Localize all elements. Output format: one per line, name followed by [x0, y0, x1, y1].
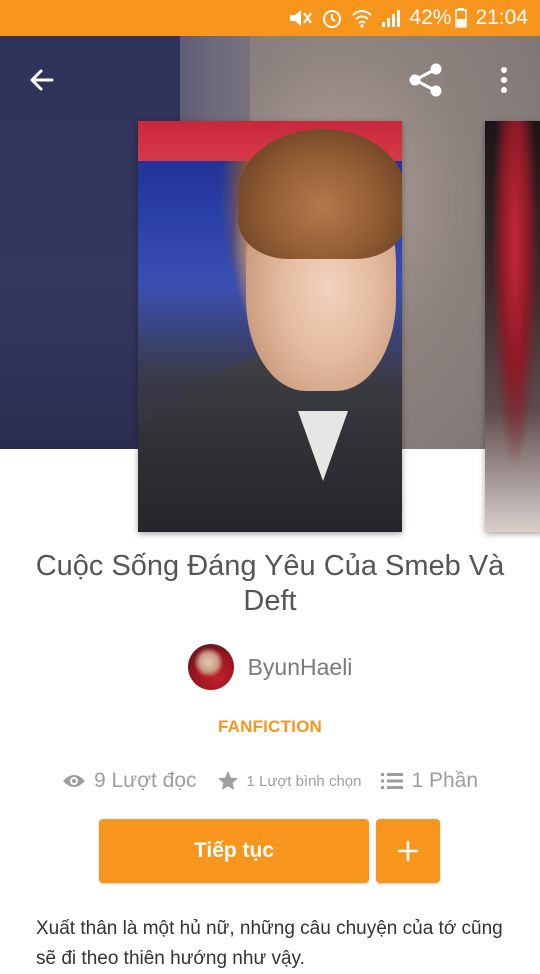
author-row[interactable]: ByunHaeli: [0, 644, 540, 690]
story-cover[interactable]: [138, 121, 402, 532]
story-stats: 9 Lượt đọc 1 Lượt bình chọn 1 Phần: [0, 765, 540, 797]
eye-icon: [62, 775, 85, 787]
plus-icon: [397, 840, 419, 862]
votes-stat: 1 Lượt bình chọn: [217, 770, 362, 792]
battery-percent: 42%: [409, 6, 452, 29]
alarm-icon: [323, 10, 342, 28]
more-vert-icon: [501, 67, 507, 93]
status-icons: [287, 7, 401, 29]
story-description: Xuất thân là một hủ nữ, những câu chuyện…: [36, 918, 503, 969]
wifi-icon: [352, 10, 373, 28]
cover-jacket: [138, 356, 402, 532]
list-icon: [381, 773, 404, 789]
battery-icon: [455, 8, 468, 28]
share-button[interactable]: [402, 56, 450, 104]
back-button[interactable]: [18, 56, 66, 104]
reads-stat: 9 Lượt đọc: [62, 769, 197, 793]
author-avatar[interactable]: [187, 644, 234, 690]
clock: 21:04: [475, 6, 528, 29]
cover-hair: [238, 129, 402, 259]
parts-stat: 1 Phần: [381, 769, 478, 793]
add-to-library-button[interactable]: [376, 819, 440, 883]
next-story-cover[interactable]: [485, 121, 540, 532]
story-category[interactable]: FANFICTION: [0, 717, 540, 737]
continue-reading-button[interactable]: Tiếp tục: [99, 819, 369, 883]
reads-count: 9 Lượt đọc: [93, 769, 197, 792]
back-arrow-icon: [30, 69, 54, 91]
votes-count: 1 Lượt bình chọn: [246, 772, 362, 790]
mute-icon: [290, 10, 313, 26]
status-bar: 42% 21:04: [0, 0, 540, 36]
parts-count: 1 Phần: [411, 769, 479, 792]
star-icon: [217, 771, 238, 790]
signal-icon: [382, 10, 401, 27]
share-icon: [409, 63, 442, 97]
author-name[interactable]: ByunHaeli: [248, 654, 353, 681]
more-options-button[interactable]: [480, 56, 528, 104]
story-title: Cuộc Sống Đáng Yêu Của Smeb Và Deft: [35, 550, 505, 617]
